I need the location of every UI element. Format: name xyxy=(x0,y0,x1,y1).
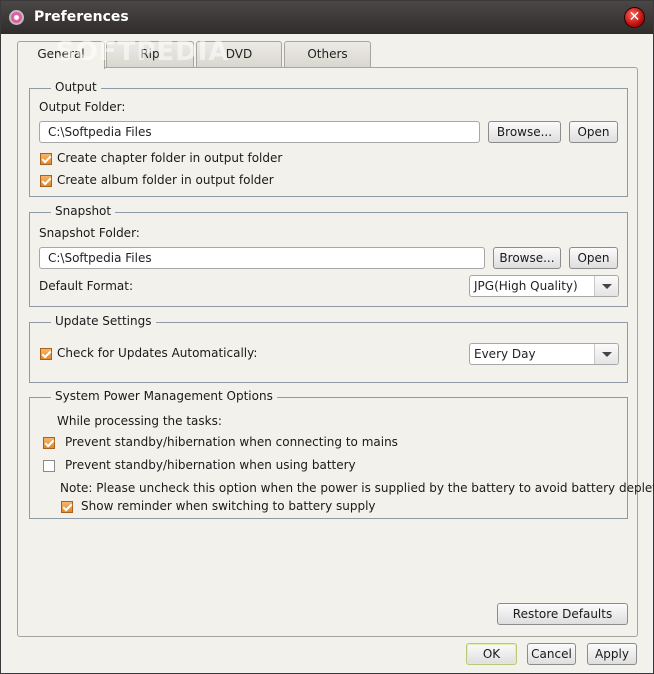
album-folder-checkbox[interactable] xyxy=(40,175,52,187)
auto-update-label: Check for Updates Automatically: xyxy=(57,346,258,360)
default-format-value: JPG(High Quality) xyxy=(474,279,578,293)
auto-update-checkbox[interactable] xyxy=(40,348,52,360)
tab-others[interactable]: Others xyxy=(284,41,371,67)
chevron-down-icon[interactable] xyxy=(594,276,618,296)
tab-dvd[interactable]: DVD xyxy=(196,41,282,67)
output-folder-label: Output Folder: xyxy=(39,100,126,114)
cancel-button[interactable]: Cancel xyxy=(527,643,576,665)
snapshot-browse-button[interactable]: Browse... xyxy=(493,247,561,269)
prevent-standby-mains-label: Prevent standby/hibernation when connect… xyxy=(65,435,398,449)
snapshot-group-title: Snapshot xyxy=(51,204,116,218)
restore-defaults-button[interactable]: Restore Defaults xyxy=(497,603,628,625)
output-group-title: Output xyxy=(51,80,101,94)
general-tab-panel: Output Output Folder: C:\Softpedia Files… xyxy=(17,67,654,637)
snapshot-group: Snapshot Snapshot Folder: C:\Softpedia F… xyxy=(29,204,628,307)
tab-rip[interactable]: Rip xyxy=(106,41,194,67)
output-open-button[interactable]: Open xyxy=(569,121,618,143)
chapter-folder-checkbox[interactable] xyxy=(40,153,52,165)
close-icon[interactable]: ✕ xyxy=(624,7,645,28)
window-title: Preferences xyxy=(34,9,129,25)
update-group-title: Update Settings xyxy=(51,314,156,328)
prevent-standby-battery-checkbox[interactable] xyxy=(43,460,55,472)
tab-general[interactable]: General xyxy=(17,41,105,69)
battery-reminder-label: Show reminder when switching to battery … xyxy=(81,499,376,513)
chevron-down-icon[interactable] xyxy=(594,344,618,364)
battery-note: Note: Please uncheck this option when th… xyxy=(60,481,654,495)
snapshot-folder-label: Snapshot Folder: xyxy=(39,226,140,240)
power-group-title: System Power Management Options xyxy=(51,389,277,403)
update-frequency-select[interactable]: Every Day xyxy=(469,343,619,365)
title-bar[interactable]: Preferences ✕ xyxy=(1,1,653,34)
ok-button[interactable]: OK xyxy=(466,643,517,665)
power-management-group: System Power Management Options While pr… xyxy=(29,389,654,519)
prevent-standby-battery-label: Prevent standby/hibernation when using b… xyxy=(65,458,356,472)
update-frequency-value: Every Day xyxy=(474,347,536,361)
snapshot-folder-field[interactable]: C:\Softpedia Files xyxy=(39,247,485,269)
output-folder-field[interactable]: C:\Softpedia Files xyxy=(39,121,480,143)
default-format-select[interactable]: JPG(High Quality) xyxy=(469,275,619,297)
disc-icon xyxy=(9,10,24,25)
snapshot-open-button[interactable]: Open xyxy=(569,247,618,269)
output-browse-button[interactable]: Browse... xyxy=(488,121,561,143)
prevent-standby-mains-checkbox[interactable] xyxy=(43,437,55,449)
while-processing-label: While processing the tasks: xyxy=(57,414,222,428)
preferences-window: Preferences ✕ SOFTPEDIA General Rip DVD … xyxy=(0,0,654,674)
default-format-label: Default Format: xyxy=(39,279,133,293)
update-settings-group: Update Settings Check for Updates Automa… xyxy=(29,314,628,383)
album-folder-label: Create album folder in output folder xyxy=(57,173,274,187)
battery-reminder-checkbox[interactable] xyxy=(61,501,73,513)
output-group: Output Output Folder: C:\Softpedia Files… xyxy=(29,80,628,197)
apply-button[interactable]: Apply xyxy=(587,643,637,665)
chapter-folder-label: Create chapter folder in output folder xyxy=(57,151,283,165)
